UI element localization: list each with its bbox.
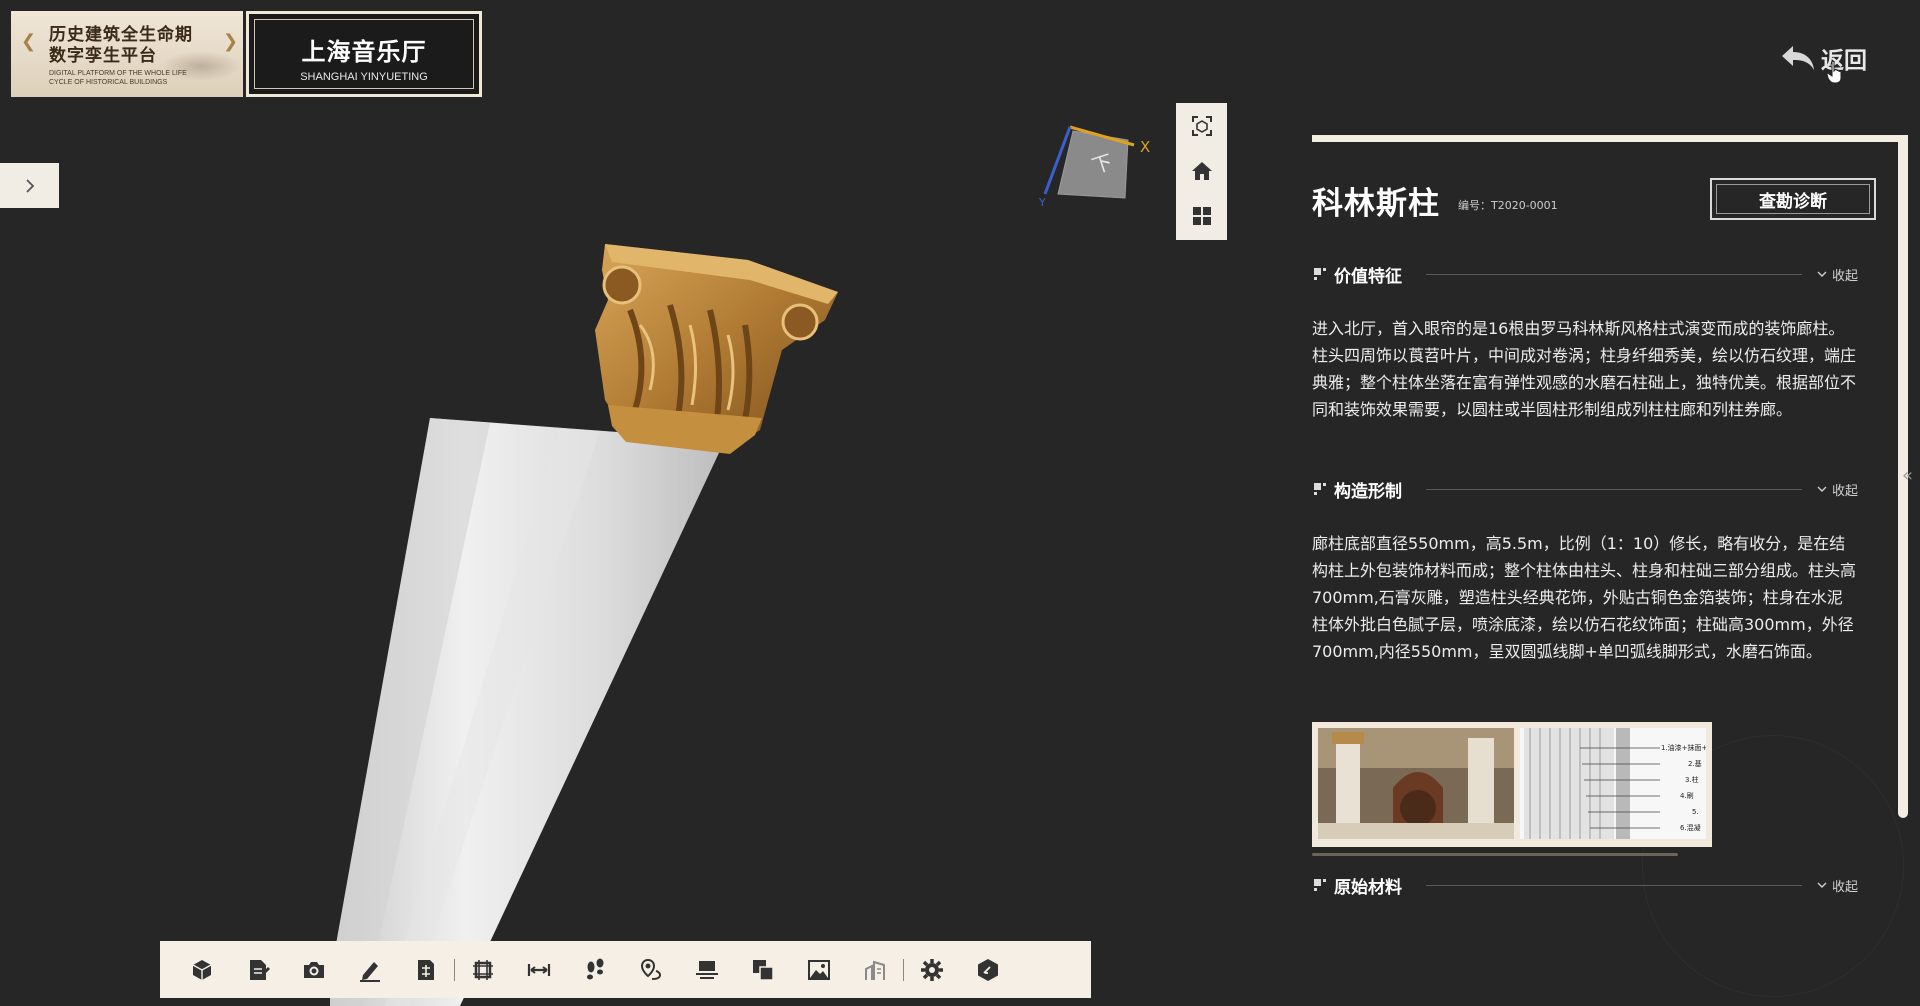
section-header-structure: 构造形制 收起: [1312, 477, 1858, 502]
section-divider: [1426, 488, 1802, 490]
bottom-toolbar: [160, 941, 1091, 998]
section-divider: [1426, 273, 1802, 275]
chevron-down-icon: [1817, 882, 1827, 888]
walk-mode-button[interactable]: [567, 941, 623, 998]
svg-text:3.柱: 3.柱: [1685, 775, 1699, 784]
image-scrollbar[interactable]: [1312, 853, 1678, 856]
home-icon: [1191, 161, 1212, 180]
section-divider: [1426, 884, 1802, 886]
layers-icon: [753, 959, 774, 981]
floor-icon: [696, 960, 718, 979]
fit-view-icon: [1191, 115, 1212, 136]
section-body: 进入北厅，首入眼帘的是16根由罗马科林斯风格柱式演变而成的装饰廊柱。柱头四周饰以…: [1312, 319, 1857, 419]
measure-icon: [527, 963, 551, 976]
section-header-value: 价值特征 收起: [1312, 262, 1858, 287]
detail-panel: « 科林斯柱 编号：T2020-0001 查勘诊断 价值特征 收起 进入北厅，首…: [1312, 135, 1913, 1006]
chevron-down-icon: [1817, 271, 1827, 277]
image-button[interactable]: [791, 941, 847, 998]
layout-icon: [418, 959, 434, 980]
section-toggle[interactable]: 收起: [1816, 480, 1858, 499]
chevron-down-icon: [1817, 486, 1827, 492]
platform-title: 历史建筑全生命期 数字孪生平台: [49, 25, 193, 66]
pointer-cursor-icon: [1826, 60, 1842, 84]
logo-ornament-right-icon: ❯: [223, 31, 239, 52]
hall-photo[interactable]: [1318, 728, 1514, 839]
document-icon: [250, 959, 270, 980]
view-tools-panel: [1176, 103, 1227, 240]
section-body: 廊柱底部直径550mm，高5.5m，比例（1：10）修长，略有收分，是在结构柱上…: [1312, 534, 1857, 661]
platform-subtitle: DIGITAL PLATFORM OF THE WHOLE LIFE CYCLE…: [49, 70, 187, 86]
svg-text:4.刷: 4.刷: [1680, 792, 1694, 800]
screenshot-button[interactable]: [286, 941, 342, 998]
navigation-cube[interactable]: 下 X Y: [1035, 118, 1155, 209]
home-view-button[interactable]: [1176, 148, 1227, 193]
expand-sidebar-button[interactable]: [0, 163, 59, 208]
reference-images[interactable]: 1.油漆+抹面+ 2.基 3.柱 4.刷 5. 6.混凝: [1312, 722, 1712, 847]
camera-icon: [304, 961, 324, 978]
annotate-button[interactable]: [342, 941, 398, 998]
svg-text:2.基: 2.基: [1688, 759, 1702, 768]
section-icon: [1314, 879, 1326, 891]
section-toggle[interactable]: 收起: [1816, 265, 1858, 284]
navcube-axis-y: Y: [1038, 196, 1046, 208]
section-icon: [1314, 483, 1326, 495]
platform-logo: ❮ ❯ 历史建筑全生命期 数字孪生平台 DIGITAL PLATFORM OF …: [11, 11, 243, 97]
section-button[interactable]: [455, 941, 511, 998]
venue-name: 上海音乐厅: [301, 38, 427, 66]
item-code-value: T2020-0001: [1491, 199, 1558, 212]
section-title: 原始材料: [1334, 877, 1402, 898]
building-button[interactable]: [847, 941, 903, 998]
item-code: 编号：T2020-0001: [1458, 197, 1558, 213]
diagnose-button[interactable]: 查勘诊断: [1710, 178, 1876, 220]
logo-ornament-left-icon: ❮: [21, 31, 37, 52]
svg-text:5.: 5.: [1692, 808, 1699, 816]
settings-button[interactable]: [904, 941, 960, 998]
item-code-label: 编号：: [1458, 199, 1491, 212]
layout-button[interactable]: [398, 941, 454, 998]
column-drawing[interactable]: 1.油漆+抹面+ 2.基 3.柱 4.刷 5. 6.混凝: [1520, 728, 1706, 839]
settings-icon: [921, 958, 943, 981]
section-toggle[interactable]: 收起: [1816, 876, 1858, 895]
item-title: 科林斯柱: [1312, 186, 1440, 222]
document-button[interactable]: [230, 941, 286, 998]
location-icon: [640, 958, 662, 980]
image-icon: [808, 959, 830, 980]
info-icon: [978, 958, 998, 981]
section-header-materials: 原始材料 收起: [1312, 873, 1858, 898]
return-button[interactable]: 返回: [1779, 40, 1867, 76]
walk-icon: [587, 958, 604, 979]
building-icon: [865, 960, 885, 980]
section-title: 构造形制: [1334, 481, 1402, 502]
section-title: 价值特征: [1334, 266, 1402, 287]
venue-name-en: SHANGHAI YINYUETING: [300, 71, 428, 83]
collapse-panel-icon[interactable]: «: [1902, 465, 1913, 486]
model-view-button[interactable]: [174, 941, 230, 998]
info-button[interactable]: [960, 941, 1016, 998]
fit-view-button[interactable]: [1176, 103, 1227, 148]
layers-button[interactable]: [735, 941, 791, 998]
pen-icon: [360, 961, 380, 982]
svg-text:1.油漆+抹面+: 1.油漆+抹面+: [1661, 743, 1706, 752]
panel-top-bar: [1312, 135, 1902, 142]
navcube-axis-x: X: [1140, 138, 1150, 156]
return-arrow-icon: [1782, 46, 1814, 70]
corinthian-column-model[interactable]: [330, 230, 880, 1006]
floor-button[interactable]: [679, 941, 735, 998]
svg-text:6.混凝: 6.混凝: [1680, 823, 1701, 832]
section-icon: [473, 959, 493, 980]
grid-icon: [1192, 206, 1211, 225]
cube-icon: [192, 959, 212, 980]
location-button[interactable]: [623, 941, 679, 998]
measure-button[interactable]: [511, 941, 567, 998]
venue-badge: 上海音乐厅 SHANGHAI YINYUETING: [246, 11, 482, 97]
chevron-right-icon: [25, 178, 34, 193]
grid-view-button[interactable]: [1176, 193, 1227, 238]
section-icon: [1314, 268, 1326, 280]
